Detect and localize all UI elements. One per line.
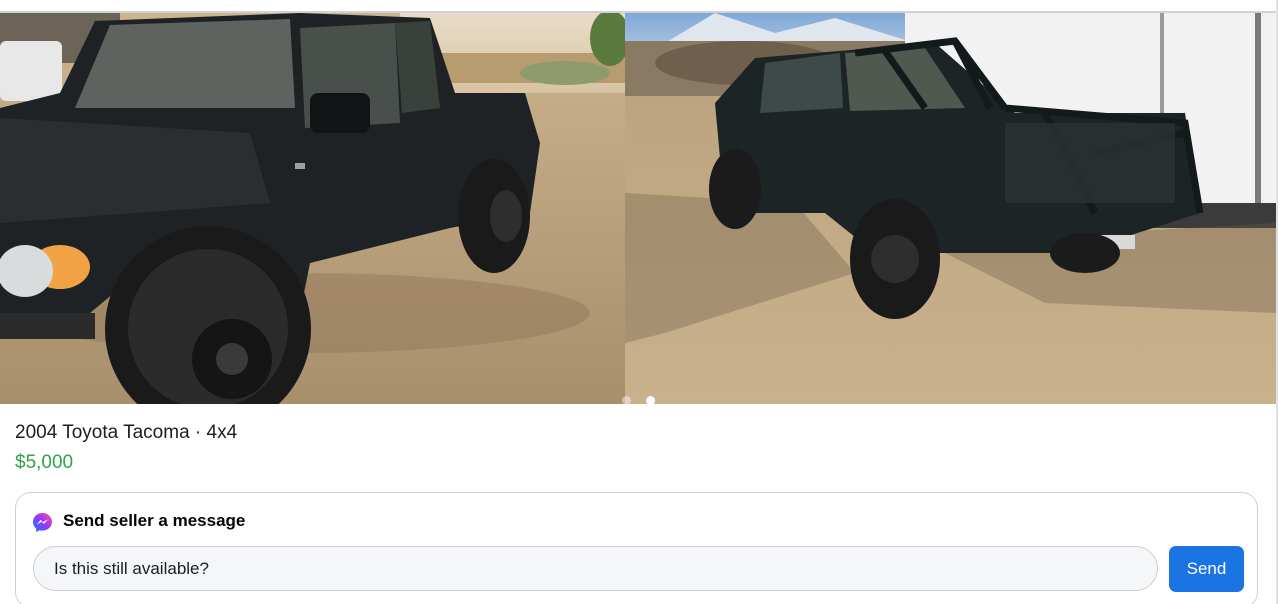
marketplace-listing: 2004 Toyota Tacoma · 4x4 $5,000 Send sel… xyxy=(0,0,1279,604)
gallery-pagination[interactable] xyxy=(622,396,662,404)
panel-border xyxy=(1276,0,1278,604)
message-seller-card: Send seller a message Send xyxy=(15,492,1258,604)
gallery-dot-2[interactable] xyxy=(646,396,655,404)
messenger-icon xyxy=(32,512,53,533)
listing-title: 2004 Toyota Tacoma · 4x4 xyxy=(15,422,238,443)
message-card-title: Send seller a message xyxy=(63,511,246,530)
gallery-dot-1[interactable] xyxy=(622,396,631,404)
message-input[interactable] xyxy=(33,546,1158,591)
listing-price: $5,000 xyxy=(15,452,74,473)
listing-photo-rear[interactable] xyxy=(625,13,1276,404)
send-button[interactable]: Send xyxy=(1169,546,1244,592)
photo-gallery[interactable] xyxy=(0,13,1276,404)
listing-photo-front[interactable] xyxy=(0,13,625,404)
